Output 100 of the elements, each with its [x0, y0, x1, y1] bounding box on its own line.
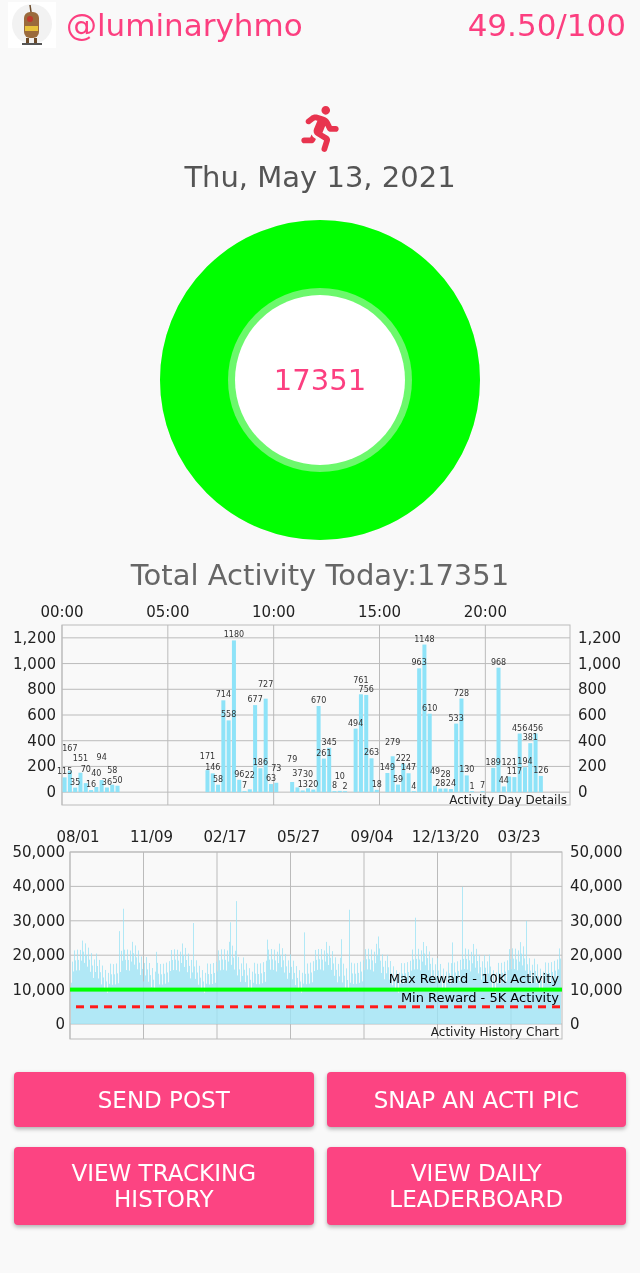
value-label: 79: [287, 755, 298, 764]
value-label: 610: [422, 703, 438, 713]
value-label: 186: [252, 758, 269, 768]
axis-label: 50,000: [570, 843, 623, 861]
value-label: 121: [501, 758, 517, 768]
axis-label: 600: [578, 706, 607, 724]
axis-label: 20,000: [570, 946, 623, 965]
step-count: 17351: [273, 363, 367, 397]
axis-label: 20,000: [12, 946, 65, 965]
action-button[interactable]: SEND POST: [14, 1072, 314, 1127]
value-label: 37: [292, 768, 303, 778]
axis-label: 600: [27, 706, 56, 724]
value-label: 381: [522, 733, 538, 743]
value-label: 73: [271, 764, 282, 774]
value-label: 456: [512, 723, 528, 733]
value-label: 58: [212, 774, 224, 784]
axis-label: 05/27: [276, 828, 321, 846]
axis-label: 03/23: [497, 828, 541, 846]
value-label: 70: [80, 764, 91, 774]
axis-label: 0: [570, 1015, 580, 1033]
value-label: 167: [62, 743, 78, 753]
score: 49.50/100: [467, 7, 626, 43]
axis-label: 400: [27, 731, 56, 750]
value-label: 58: [107, 766, 118, 776]
axis-label: 200: [578, 757, 607, 776]
value-label: 728: [453, 688, 470, 698]
value-label: 494: [348, 718, 364, 728]
axis-label: 09/04: [350, 828, 394, 846]
value-label: 28: [440, 770, 451, 780]
axis-label: 12/13/20: [411, 828, 480, 846]
action-button[interactable]: VIEW TRACKING HISTORY: [14, 1147, 314, 1225]
value-label: 115: [56, 767, 73, 777]
username: @luminaryhmo: [66, 7, 304, 43]
value-label: 147: [400, 763, 417, 773]
axis-label: 30,000: [570, 911, 623, 930]
value-label: 96: [234, 769, 245, 779]
axis-label: 10,000: [12, 980, 65, 999]
axis-label: 40,000: [570, 877, 623, 896]
axis-label: 40,000: [12, 877, 65, 896]
value-label: 20: [308, 779, 319, 789]
value-label: 727: [258, 680, 274, 690]
value-label: 2: [342, 781, 348, 791]
value-label: 4: [411, 781, 417, 791]
value-label: 117: [506, 767, 523, 777]
value-label: 36: [101, 777, 113, 787]
value-label: 13: [297, 780, 308, 790]
axis-label: 05:00: [146, 603, 190, 621]
value-label: 44: [498, 776, 509, 786]
axis-label: 200: [27, 757, 56, 776]
total-activity: Total Activity Today:17351: [130, 558, 510, 592]
axis-label: 800: [578, 680, 607, 699]
value-label: 714: [215, 690, 231, 700]
value-label: 35: [70, 777, 81, 787]
value-label: 1180: [223, 630, 245, 640]
axis-label: 0: [578, 783, 588, 802]
value-label: 171: [199, 751, 216, 761]
value-label: 30: [302, 769, 314, 779]
value-label: 222: [395, 753, 411, 763]
value-label: 24: [445, 779, 456, 789]
axis-label: 20:00: [463, 603, 507, 621]
action-button[interactable]: SNAP AN ACTI PIC: [326, 1072, 626, 1127]
value-label: 194: [517, 757, 533, 767]
value-label: 7: [241, 781, 248, 791]
action-button[interactable]: VIEW DAILY LEADERBOARD: [326, 1147, 626, 1225]
axis-label: 00:00: [40, 603, 84, 621]
value-label: 189: [485, 757, 501, 767]
value-label: 130: [459, 765, 475, 775]
axis-label: 30,000: [12, 911, 65, 930]
value-label: 126: [533, 765, 549, 775]
value-label: 533: [448, 713, 464, 723]
axis-label: 02/17: [203, 828, 247, 846]
value-label: 49: [429, 767, 441, 777]
value-label: 263: [363, 748, 380, 758]
axis-label: 10:00: [252, 603, 296, 621]
value-label: 18: [371, 779, 382, 789]
value-label: 1148: [414, 634, 435, 644]
value-label: 456: [527, 723, 544, 733]
value-label: 10: [334, 772, 345, 782]
axis-label: 800: [27, 680, 56, 699]
value-label: 1: [469, 782, 475, 791]
value-label: 149: [379, 763, 396, 772]
axis-label: 400: [578, 731, 607, 750]
value-label: 146: [205, 763, 221, 773]
value-label: 261: [316, 748, 332, 758]
chart-caption: Activity Day Details: [449, 793, 567, 807]
value-label: 7: [480, 781, 486, 791]
axis-label: 1,200: [13, 628, 56, 647]
axis-label: 1,000: [13, 654, 56, 673]
value-label: 756: [358, 684, 374, 694]
axis-label: 1,000: [578, 654, 621, 673]
value-label: 279: [385, 737, 401, 747]
axis-label: 1,200: [578, 628, 621, 647]
axis-label: 0: [55, 1015, 65, 1033]
value-label: 59: [392, 774, 404, 784]
robot-avatar-icon: [8, 2, 56, 48]
value-label: 63: [265, 774, 277, 784]
value-label: 40: [91, 768, 102, 778]
chart-caption: Activity History Chart: [430, 1025, 559, 1039]
axis-label: 10,000: [570, 980, 623, 999]
axis-label: 50,000: [12, 843, 65, 861]
